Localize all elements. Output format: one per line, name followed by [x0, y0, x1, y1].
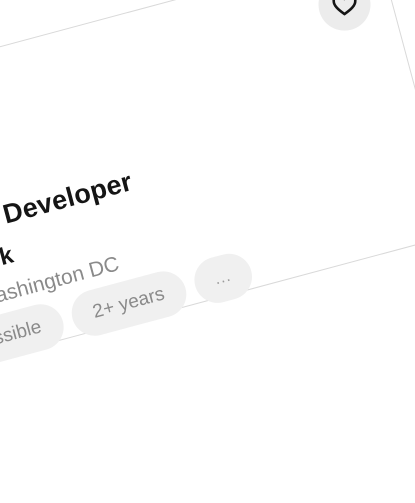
more-tags-button[interactable]: ...: [189, 248, 258, 309]
page: SAP Hybris Developer $150k - $190k Help …: [0, 0, 415, 503]
job-card[interactable]: SAP Hybris Developer $150k - $190k Help …: [0, 0, 415, 393]
tag-list: Remote possible 2+ years ...: [0, 248, 258, 392]
tag-remote[interactable]: Remote possible: [0, 299, 69, 392]
heart-icon: [332, 0, 357, 16]
favorite-button[interactable]: [312, 0, 377, 37]
